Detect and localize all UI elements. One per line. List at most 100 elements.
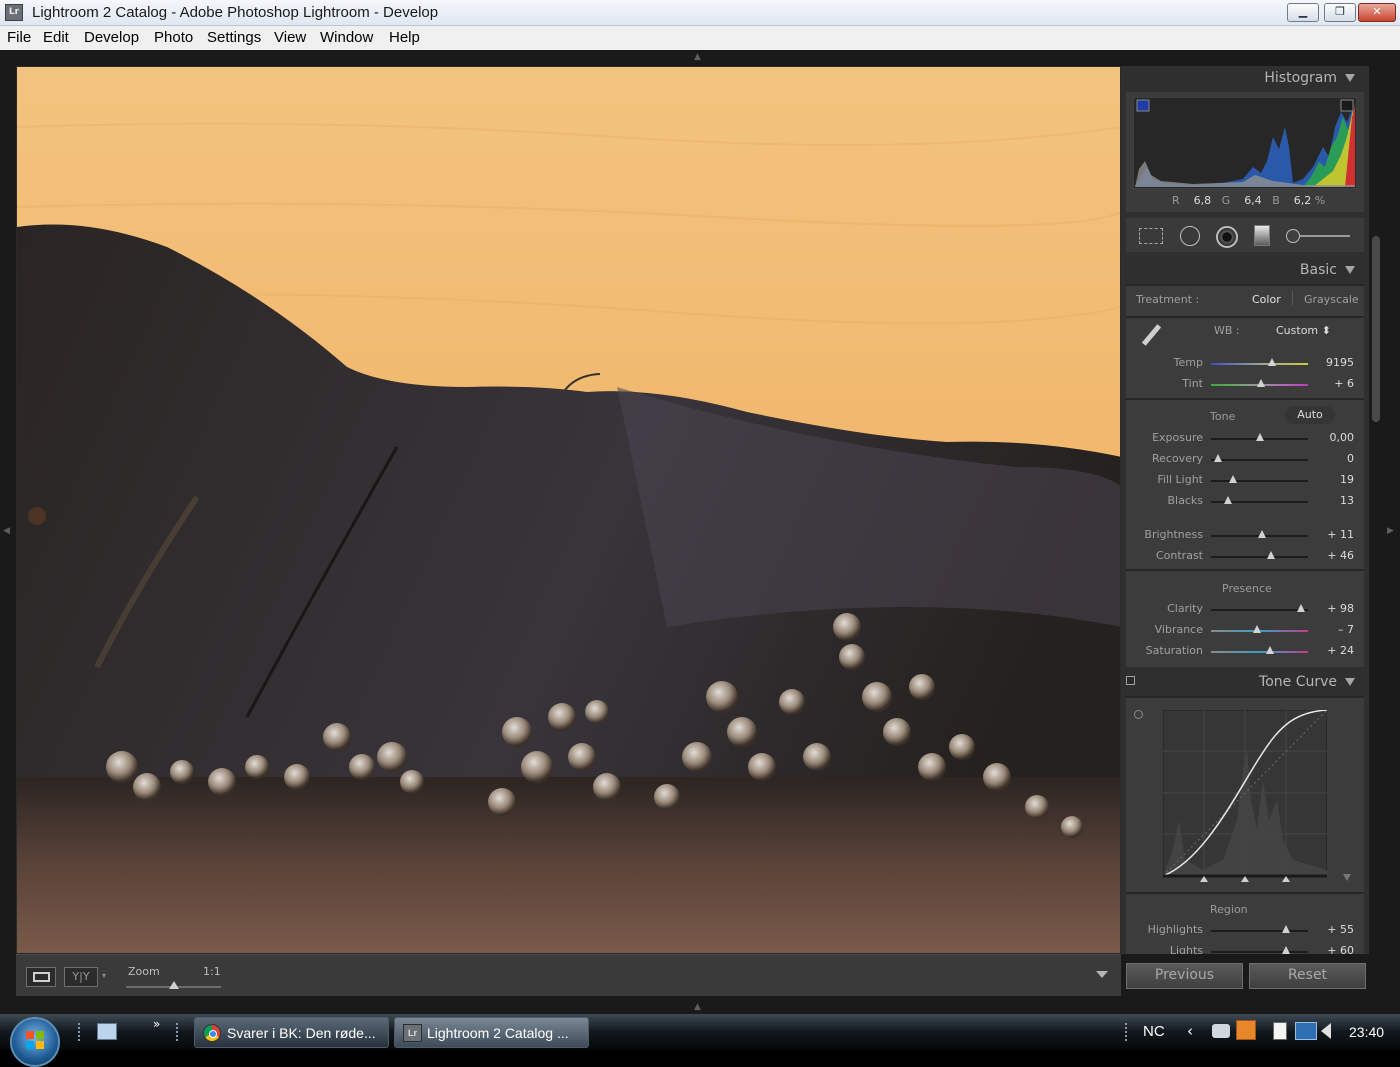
- slider-thumb[interactable]: [1252, 625, 1261, 633]
- slider-thumb[interactable]: [1257, 379, 1266, 387]
- slider-value[interactable]: 19: [1340, 473, 1354, 486]
- slider-track[interactable]: [1211, 556, 1308, 558]
- slider-value[interactable]: – 7: [1338, 623, 1354, 636]
- collapse-triangle-icon[interactable]: [1345, 678, 1355, 686]
- slider-thumb[interactable]: [1229, 475, 1238, 483]
- slider-track[interactable]: [1211, 930, 1308, 932]
- slider-thumb[interactable]: [1213, 454, 1222, 462]
- slider-value[interactable]: 9195: [1326, 356, 1354, 369]
- photo-preview[interactable]: [16, 66, 1121, 954]
- slider-value[interactable]: 0: [1347, 452, 1354, 465]
- slider-thumb[interactable]: [1267, 551, 1276, 559]
- toolbar-options-icon[interactable]: [1096, 971, 1108, 978]
- menu-settings[interactable]: Settings: [207, 29, 261, 46]
- slider-value[interactable]: + 55: [1327, 923, 1354, 936]
- toolbar-grip-icon[interactable]: [176, 1023, 182, 1041]
- language-indicator[interactable]: NC: [1143, 1023, 1165, 1040]
- slider-value[interactable]: 13: [1340, 494, 1354, 507]
- reset-button[interactable]: Reset: [1249, 963, 1366, 989]
- slider-track[interactable]: [1211, 609, 1308, 611]
- taskbar-lightroom-window[interactable]: Lr Lightroom 2 Catalog ...: [394, 1017, 589, 1048]
- highlights-slider[interactable]: Highlights + 55: [1126, 920, 1364, 941]
- menu-window[interactable]: Window: [320, 29, 373, 46]
- exposure-slider[interactable]: Exposure 0,00: [1126, 428, 1364, 449]
- tone-curve-toggle-switch[interactable]: [1126, 676, 1135, 685]
- restore-button[interactable]: ❐: [1324, 3, 1356, 22]
- show-desktop-icon[interactable]: [97, 1023, 117, 1040]
- target-adjustment-icon[interactable]: [1134, 710, 1143, 719]
- loupe-view-button[interactable]: [26, 967, 56, 987]
- saturation-slider[interactable]: Saturation + 24: [1126, 641, 1364, 662]
- show-hidden-icons-icon[interactable]: ‹: [1187, 1022, 1193, 1040]
- tone-curve-header[interactable]: Tone Curve: [1259, 674, 1355, 690]
- slider-thumb[interactable]: [1255, 433, 1264, 441]
- crop-overlay-icon[interactable]: [1139, 228, 1163, 244]
- temp-slider[interactable]: Temp 9195: [1126, 353, 1364, 374]
- clarity-slider[interactable]: Clarity + 98: [1126, 599, 1364, 620]
- treatment-grayscale-option[interactable]: Grayscale: [1304, 293, 1359, 306]
- slider-track[interactable]: [1211, 651, 1308, 653]
- top-panel-toggle-icon[interactable]: ▲: [694, 52, 701, 62]
- before-after-dropdown-icon[interactable]: ▾: [102, 971, 106, 980]
- slider-value[interactable]: + 6: [1334, 377, 1354, 390]
- clock[interactable]: 23:40: [1349, 1024, 1384, 1040]
- right-panel-scrollbar[interactable]: [1372, 236, 1380, 422]
- slider-value[interactable]: + 60: [1327, 944, 1354, 954]
- slider-track[interactable]: [1211, 363, 1308, 365]
- point-curve-menu-icon[interactable]: [1343, 874, 1351, 881]
- tint-slider[interactable]: Tint + 6: [1126, 374, 1364, 395]
- quicklaunch-overflow-icon[interactable]: »: [153, 1017, 160, 1031]
- notes-icon[interactable]: [1273, 1022, 1287, 1040]
- recovery-slider[interactable]: Recovery 0: [1126, 449, 1364, 470]
- slider-track[interactable]: [1211, 480, 1308, 482]
- fill-light-slider[interactable]: Fill Light 19: [1126, 470, 1364, 491]
- red-eye-correction-icon[interactable]: [1216, 226, 1238, 248]
- lights-slider[interactable]: Lights + 60: [1126, 941, 1364, 954]
- highlight-clipping-icon[interactable]: [1340, 99, 1354, 112]
- collapse-triangle-icon[interactable]: [1345, 74, 1355, 82]
- basic-header[interactable]: Basic: [1300, 262, 1355, 278]
- menu-file[interactable]: File: [7, 29, 31, 46]
- toolbar-grip-icon[interactable]: [78, 1023, 84, 1041]
- blacks-slider[interactable]: Blacks 13: [1126, 491, 1364, 512]
- auto-tone-button[interactable]: Auto: [1285, 406, 1335, 424]
- menu-view[interactable]: View: [274, 29, 306, 46]
- taskbar-chrome-window[interactable]: Svarer i BK: Den røde...: [194, 1017, 389, 1048]
- left-panel-toggle-icon[interactable]: ◀: [3, 526, 10, 536]
- histogram-graph[interactable]: [1133, 97, 1357, 189]
- menu-help[interactable]: Help: [389, 29, 420, 46]
- graduated-filter-icon[interactable]: [1254, 225, 1270, 246]
- brightness-slider[interactable]: Brightness + 11: [1126, 525, 1364, 546]
- slider-thumb[interactable]: [1224, 496, 1233, 504]
- start-button[interactable]: [10, 1017, 60, 1067]
- close-button[interactable]: ✕: [1358, 3, 1396, 22]
- treatment-color-option[interactable]: Color: [1252, 293, 1281, 306]
- vibrance-slider[interactable]: Vibrance – 7: [1126, 620, 1364, 641]
- slider-value[interactable]: + 24: [1327, 644, 1354, 657]
- slider-thumb[interactable]: [1268, 358, 1277, 366]
- adjustment-brush-icon[interactable]: [1284, 228, 1354, 244]
- wb-preset-select[interactable]: Custom ⬍: [1276, 324, 1331, 337]
- slider-value[interactable]: + 11: [1327, 528, 1354, 541]
- minimize-button[interactable]: ▁: [1287, 3, 1319, 22]
- previous-button[interactable]: Previous: [1126, 963, 1243, 989]
- tone-curve-graph[interactable]: [1163, 710, 1327, 884]
- bottom-panel-toggle-icon[interactable]: ▲: [694, 1002, 701, 1012]
- collapse-triangle-icon[interactable]: [1345, 266, 1355, 274]
- slider-value[interactable]: + 98: [1327, 602, 1354, 615]
- slider-value[interactable]: + 46: [1327, 549, 1354, 562]
- histogram-header[interactable]: Histogram: [1264, 70, 1355, 86]
- slider-thumb[interactable]: [1281, 946, 1290, 954]
- zoom-slider-thumb[interactable]: [169, 981, 179, 989]
- slider-thumb[interactable]: [1281, 925, 1290, 933]
- wb-eyedropper-icon[interactable]: [1135, 322, 1167, 354]
- java-update-icon[interactable]: [1236, 1020, 1256, 1040]
- right-panel-toggle-icon[interactable]: ▶: [1387, 526, 1394, 536]
- menu-edit[interactable]: Edit: [43, 29, 69, 46]
- slider-track[interactable]: [1211, 459, 1308, 461]
- network-icon[interactable]: [1295, 1022, 1317, 1040]
- before-after-button[interactable]: Y|Y: [64, 967, 98, 987]
- slider-thumb[interactable]: [1266, 646, 1275, 654]
- menu-photo[interactable]: Photo: [154, 29, 193, 46]
- spot-removal-icon[interactable]: [1180, 226, 1200, 246]
